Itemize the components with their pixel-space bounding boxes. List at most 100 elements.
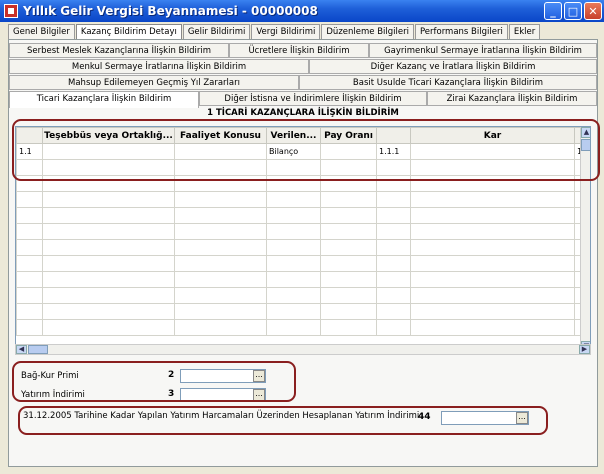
grid-cell[interactable] xyxy=(16,319,43,336)
table-row[interactable] xyxy=(16,191,585,208)
tab-ekler[interactable]: Ekler xyxy=(508,24,541,39)
grid-cell[interactable] xyxy=(320,223,377,240)
table-row[interactable] xyxy=(16,319,585,336)
col-header-code[interactable] xyxy=(376,127,411,144)
grid-cell[interactable] xyxy=(320,191,377,208)
vertical-scroll-thumb[interactable] xyxy=(581,139,590,151)
tab-duzenleme-bilgileri[interactable]: Düzenleme Bilgileri xyxy=(321,24,414,39)
grid-cell[interactable] xyxy=(320,239,377,256)
grid-cell[interactable] xyxy=(410,207,575,224)
grid-cell[interactable] xyxy=(42,319,175,336)
grid-cell[interactable] xyxy=(16,191,43,208)
grid-cell[interactable] xyxy=(16,207,43,224)
cell-faaliyet[interactable] xyxy=(174,143,267,160)
subtab-basit-usul[interactable]: Basit Usulde Ticari Kazançlara İlişkin B… xyxy=(299,75,597,90)
cell-verilen[interactable]: Bilanço xyxy=(266,143,321,160)
grid-cell[interactable] xyxy=(320,159,377,176)
grid-cell[interactable] xyxy=(266,191,321,208)
grid-cell[interactable] xyxy=(320,175,377,192)
grid-cell[interactable] xyxy=(16,271,43,288)
scroll-left-icon[interactable]: ◀ xyxy=(16,345,27,354)
table-row[interactable]: 1.1 Bilanço 1.1.1 1 xyxy=(16,143,585,160)
col-header-kar[interactable]: Kar xyxy=(410,127,575,144)
grid-cell[interactable] xyxy=(42,271,175,288)
grid-cell[interactable] xyxy=(16,287,43,304)
grid-cell[interactable] xyxy=(376,159,411,176)
subtab-ticari-kazanc[interactable]: Ticari Kazançlara İlişkin Bildirim xyxy=(9,91,199,108)
col-header-pay-orani[interactable]: Pay Oranı xyxy=(320,127,377,144)
grid-cell[interactable] xyxy=(410,255,575,272)
tab-vergi-bildirimi[interactable]: Vergi Bildirimi xyxy=(251,24,321,39)
table-row[interactable] xyxy=(16,207,585,224)
grid-cell[interactable] xyxy=(174,223,267,240)
grid-cell[interactable] xyxy=(16,175,43,192)
grid-cell[interactable] xyxy=(410,239,575,256)
cell-index[interactable]: 1.1 xyxy=(16,143,43,160)
table-row[interactable] xyxy=(16,287,585,304)
grid-cell[interactable] xyxy=(410,303,575,320)
yatirim-lookup-button[interactable]: ... xyxy=(253,389,265,401)
grid-cell[interactable] xyxy=(320,271,377,288)
grid-cell[interactable] xyxy=(174,175,267,192)
tab-gelir-bildirimi[interactable]: Gelir Bildirimi xyxy=(182,24,251,39)
grid-vertical-scrollbar[interactable]: ▲ ▼ xyxy=(580,127,590,353)
grid-cell[interactable] xyxy=(42,191,175,208)
grid-cell[interactable] xyxy=(320,287,377,304)
grid-cell[interactable] xyxy=(174,191,267,208)
grid-cell[interactable] xyxy=(410,287,575,304)
cell-code[interactable]: 1.1.1 xyxy=(376,143,411,160)
ticari-kazanc-grid[interactable]: Teşebbüs veya Ortaklığ... Faaliyet Konus… xyxy=(15,126,591,354)
grid-cell[interactable] xyxy=(174,271,267,288)
table-row[interactable] xyxy=(16,223,585,240)
subtab-ucretler[interactable]: Ücretlere İlişkin Bildirim xyxy=(229,43,369,58)
grid-cell[interactable] xyxy=(266,223,321,240)
table-row[interactable] xyxy=(16,255,585,272)
table-row[interactable] xyxy=(16,271,585,288)
grid-cell[interactable] xyxy=(410,319,575,336)
grid-cell[interactable] xyxy=(410,223,575,240)
grid-cell[interactable] xyxy=(376,319,411,336)
grid-cell[interactable] xyxy=(376,175,411,192)
grid-cell[interactable] xyxy=(320,207,377,224)
grid-cell[interactable] xyxy=(320,303,377,320)
col-header-faaliyet[interactable]: Faaliyet Konusu xyxy=(174,127,267,144)
grid-cell[interactable] xyxy=(174,159,267,176)
grid-cell[interactable] xyxy=(320,255,377,272)
grid-cell[interactable] xyxy=(376,303,411,320)
maximize-button[interactable]: □ xyxy=(564,2,582,20)
grid-cell[interactable] xyxy=(266,319,321,336)
grid-cell[interactable] xyxy=(42,239,175,256)
col-header-verilen[interactable]: Verilen... xyxy=(266,127,321,144)
grid-cell[interactable] xyxy=(410,175,575,192)
harcama-lookup-button[interactable]: ... xyxy=(516,412,528,424)
grid-cell[interactable] xyxy=(42,287,175,304)
cell-pay-orani[interactable] xyxy=(320,143,377,160)
grid-cell[interactable] xyxy=(174,255,267,272)
grid-cell[interactable] xyxy=(42,255,175,272)
grid-cell[interactable] xyxy=(266,271,321,288)
tab-genel-bilgiler[interactable]: Genel Bilgiler xyxy=(8,24,75,39)
bagkur-lookup-button[interactable]: ... xyxy=(253,370,265,382)
grid-cell[interactable] xyxy=(376,207,411,224)
grid-cell[interactable] xyxy=(174,239,267,256)
grid-cell[interactable] xyxy=(16,239,43,256)
table-row[interactable] xyxy=(16,175,585,192)
grid-cell[interactable] xyxy=(174,303,267,320)
grid-cell[interactable] xyxy=(266,303,321,320)
grid-horizontal-scrollbar[interactable]: ◀ ▶ xyxy=(15,344,591,355)
grid-cell[interactable] xyxy=(42,223,175,240)
grid-cell[interactable] xyxy=(174,319,267,336)
grid-cell[interactable] xyxy=(266,287,321,304)
table-row[interactable] xyxy=(16,159,585,176)
grid-cell[interactable] xyxy=(266,159,321,176)
grid-cell[interactable] xyxy=(16,159,43,176)
subtab-menkul-sermaye[interactable]: Menkul Sermaye İratlarına İlişkin Bildir… xyxy=(9,59,309,74)
grid-cell[interactable] xyxy=(376,239,411,256)
grid-cell[interactable] xyxy=(16,223,43,240)
grid-cell[interactable] xyxy=(266,175,321,192)
cell-kar[interactable] xyxy=(410,143,575,160)
grid-cell[interactable] xyxy=(174,287,267,304)
grid-cell[interactable] xyxy=(376,271,411,288)
grid-cell[interactable] xyxy=(376,223,411,240)
grid-cell[interactable] xyxy=(174,207,267,224)
